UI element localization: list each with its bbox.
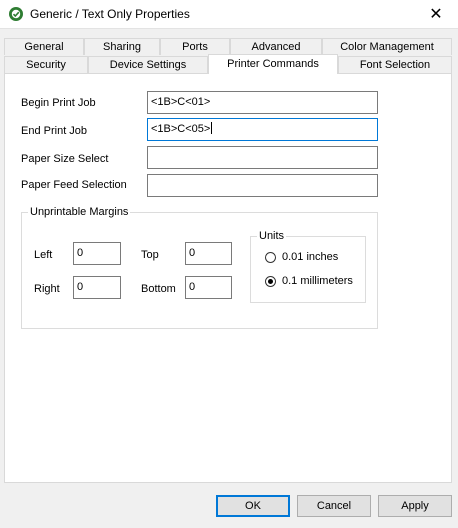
paper-feed-selection-label: Paper Feed Selection <box>21 179 127 191</box>
paper-size-select-input[interactable] <box>147 146 378 169</box>
tab-device-settings[interactable]: Device Settings <box>88 56 208 73</box>
unprintable-margins-title: Unprintable Margins <box>28 206 131 218</box>
end-print-job-input[interactable]: <1B>C<05> <box>147 118 378 141</box>
title-bar: Generic / Text Only Properties ✕ <box>0 0 458 29</box>
units-title: Units <box>257 230 287 242</box>
unprintable-margins-group: Unprintable Margins Left 0 Top 0 Right 0… <box>21 206 378 329</box>
end-print-job-label: End Print Job <box>21 125 88 137</box>
tab-printer-commands[interactable]: Printer Commands <box>208 54 338 74</box>
right-margin-label: Right <box>34 283 60 295</box>
tab-color-management[interactable]: Color Management <box>322 38 452 55</box>
units-inches-radio[interactable]: 0.01 inches <box>265 251 338 263</box>
paper-feed-selection-input[interactable] <box>147 174 378 197</box>
begin-print-job-input[interactable]: <1B>C<01> <box>147 91 378 114</box>
radio-checked-icon <box>265 275 276 287</box>
top-margin-label: Top <box>141 249 159 261</box>
units-inches-label: 0.01 inches <box>282 251 339 263</box>
units-millimeters-radio[interactable]: 0.1 millimeters <box>265 275 353 287</box>
units-millimeters-label: 0.1 millimeters <box>282 275 353 287</box>
apply-button[interactable]: Apply <box>378 495 452 517</box>
ok-button[interactable]: OK <box>216 495 290 517</box>
tab-advanced[interactable]: Advanced <box>230 38 322 55</box>
tab-security[interactable]: Security <box>4 56 88 73</box>
left-margin-label: Left <box>34 249 53 261</box>
window-title: Generic / Text Only Properties <box>30 7 190 21</box>
end-print-job-value: <1B>C<05> <box>151 123 211 135</box>
close-icon: ✕ <box>429 6 443 23</box>
units-group: Units 0.01 inches 0.1 millimeters <box>250 230 366 303</box>
printer-commands-panel: Begin Print Job <1B>C<01> End Print Job … <box>4 73 452 483</box>
top-margin-input[interactable]: 0 <box>185 242 232 265</box>
tab-general[interactable]: General <box>4 38 84 55</box>
radio-unchecked-icon <box>265 251 276 263</box>
tab-font-selection[interactable]: Font Selection <box>338 56 452 73</box>
paper-size-select-label: Paper Size Select <box>21 153 109 165</box>
text-caret <box>211 122 213 134</box>
printer-properties-icon <box>9 7 23 21</box>
close-button[interactable]: ✕ <box>414 0 458 28</box>
bottom-margin-label: Bottom <box>141 283 176 295</box>
bottom-margin-input[interactable]: 0 <box>185 276 232 299</box>
begin-print-job-label: Begin Print Job <box>21 97 96 109</box>
left-margin-input[interactable]: 0 <box>73 242 121 265</box>
tab-sharing[interactable]: Sharing <box>84 38 160 55</box>
tab-ports[interactable]: Ports <box>160 38 230 55</box>
cancel-button[interactable]: Cancel <box>297 495 371 517</box>
right-margin-input[interactable]: 0 <box>73 276 121 299</box>
